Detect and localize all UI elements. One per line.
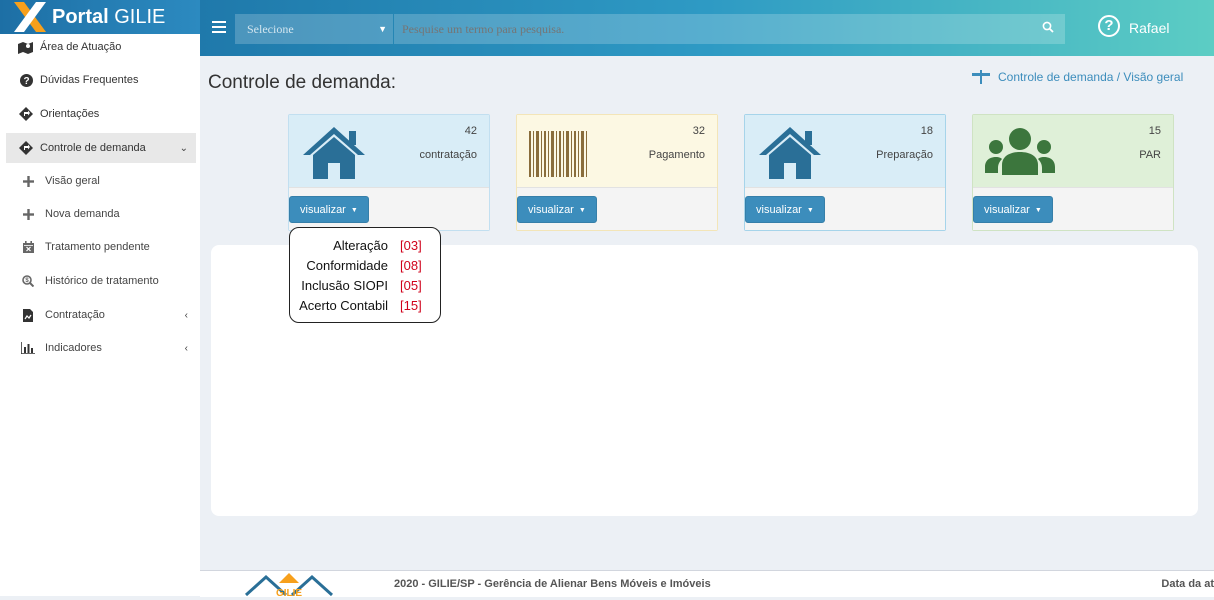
user-menu[interactable]: Rafael: [1129, 20, 1169, 36]
caret-down-icon: ▼: [578, 207, 586, 214]
chevron-down-icon: ⌄: [179, 142, 188, 154]
chevron-left-icon: ‹: [184, 309, 188, 321]
caret-down-icon: ▼: [1034, 207, 1042, 214]
sidebar-item-label: Dúvidas Frequentes: [40, 74, 139, 86]
search-icon[interactable]: [1042, 21, 1054, 33]
plus-icon: [18, 208, 38, 220]
sidebar-item-label: Visão geral: [45, 175, 100, 187]
brand-logo[interactable]: Portal GILIE: [0, 0, 200, 34]
top-navbar: Selecione ▼ ? Rafael: [200, 0, 1214, 56]
barcode-icon: [529, 125, 587, 180]
bar-chart-icon: [18, 342, 38, 354]
signpost-icon: [972, 70, 990, 84]
caret-down-icon: ▼: [350, 207, 358, 214]
breadcrumb-text: Controle de demanda / Visão geral: [998, 70, 1184, 84]
search-dollar-icon: $: [18, 275, 38, 287]
sidebar-item-contratacao[interactable]: Contratação ‹: [6, 300, 196, 330]
dropdown-item[interactable]: Conformidade [08]: [290, 258, 440, 278]
select-caret-icon: ▼: [378, 24, 387, 34]
card-pagamento: 32 Pagamento visualizar ▼: [516, 114, 718, 231]
sidebar-item-label: Indicadores: [45, 342, 102, 354]
card-label: PAR: [1139, 149, 1161, 161]
sidebar-item-label: Nova demanda: [45, 208, 120, 220]
sidebar-item-duvidas[interactable]: ? Dúvidas Frequentes: [6, 65, 196, 95]
sidebar-item-controle-demanda[interactable]: Controle de demanda ⌄: [6, 133, 196, 163]
sidebar-item-tratamento-pendente[interactable]: Tratamento pendente: [6, 232, 196, 262]
visualizar-button[interactable]: visualizar ▼: [289, 196, 369, 223]
sidebar-item-orientacoes[interactable]: Orientações: [6, 99, 196, 129]
card-count: 15: [1148, 125, 1161, 137]
sidebar-item-area-atuacao[interactable]: Área de Atuação: [6, 32, 196, 62]
visualizar-dropdown: Alteração [03] Conformidade [08] Inclusão …: [289, 227, 441, 323]
dropdown-item[interactable]: Acerto Contabil [15]: [290, 298, 440, 318]
menu-toggle-icon[interactable]: [212, 21, 226, 33]
chevron-left-icon: ‹: [184, 342, 188, 354]
users-icon: [985, 125, 1055, 178]
diamond-arrow-icon: [16, 107, 36, 121]
dropdown-item[interactable]: Alteração [03]: [290, 238, 440, 258]
footer: GILIE 2020 - GILIE/SP - Gerência de Alie…: [200, 570, 1214, 599]
card-par: 15 PAR visualizar ▼: [972, 114, 1174, 231]
question-circle-icon: ?: [16, 73, 36, 87]
sidebar-item-visao-geral[interactable]: Visão geral: [6, 166, 196, 196]
plus-icon: [18, 175, 38, 187]
visualizar-button[interactable]: visualizar ▼: [745, 196, 825, 223]
file-chart-icon: [18, 308, 38, 322]
sidebar-item-label: Controle de demanda: [40, 142, 146, 154]
footer-date-label: Data da at: [1161, 578, 1214, 590]
card-label: contratação: [419, 149, 477, 161]
svg-text:?: ?: [23, 76, 29, 87]
card-count: 42: [464, 125, 477, 137]
sidebar-item-label: Orientações: [40, 108, 100, 120]
footer-text: 2020 - GILIE/SP - Gerência de Alienar Be…: [394, 578, 711, 590]
help-icon[interactable]: ?: [1098, 15, 1120, 37]
card-count: 32: [692, 125, 705, 137]
diamond-arrow-icon: [16, 141, 36, 155]
caret-down-icon: ▼: [806, 207, 814, 214]
home-icon: [757, 125, 823, 184]
search-input[interactable]: [394, 14, 1065, 44]
card-preparacao: 18 Preparação visualizar ▼: [744, 114, 946, 231]
map-icon: [16, 41, 36, 54]
sidebar-item-label: Área de Atuação: [40, 41, 122, 53]
card-label: Pagamento: [648, 149, 705, 161]
sidebar-item-label: Tratamento pendente: [45, 241, 150, 253]
sidebar-item-historico[interactable]: $ Histórico de tratamento: [6, 266, 196, 296]
visualizar-button[interactable]: visualizar ▼: [517, 196, 597, 223]
home-icon: [301, 125, 367, 184]
page-title: Controle de demanda:: [208, 72, 397, 93]
sidebar: Área de Atuação ? Dúvidas Frequentes Ori…: [0, 34, 200, 596]
sidebar-item-label: Contratação: [45, 309, 105, 321]
caixa-x-logo-icon: [10, 0, 50, 34]
card-contratacao: 42 contratação visualizar ▼: [288, 114, 490, 231]
dropdown-item[interactable]: Inclusão SIOPI [05]: [290, 278, 440, 298]
sidebar-item-indicadores[interactable]: Indicadores ‹: [6, 333, 196, 363]
sidebar-item-nova-demanda[interactable]: Nova demanda: [6, 199, 196, 229]
app-title: Portal GILIE: [52, 5, 166, 28]
card-label: Preparação: [876, 149, 933, 161]
visualizar-button[interactable]: visualizar ▼: [973, 196, 1053, 223]
card-count: 18: [920, 125, 933, 137]
calendar-x-icon: [18, 241, 38, 253]
area-select[interactable]: Selecione ▼: [235, 14, 393, 44]
breadcrumb[interactable]: Controle de demanda / Visão geral: [972, 70, 1183, 84]
sidebar-item-label: Histórico de tratamento: [45, 275, 159, 287]
